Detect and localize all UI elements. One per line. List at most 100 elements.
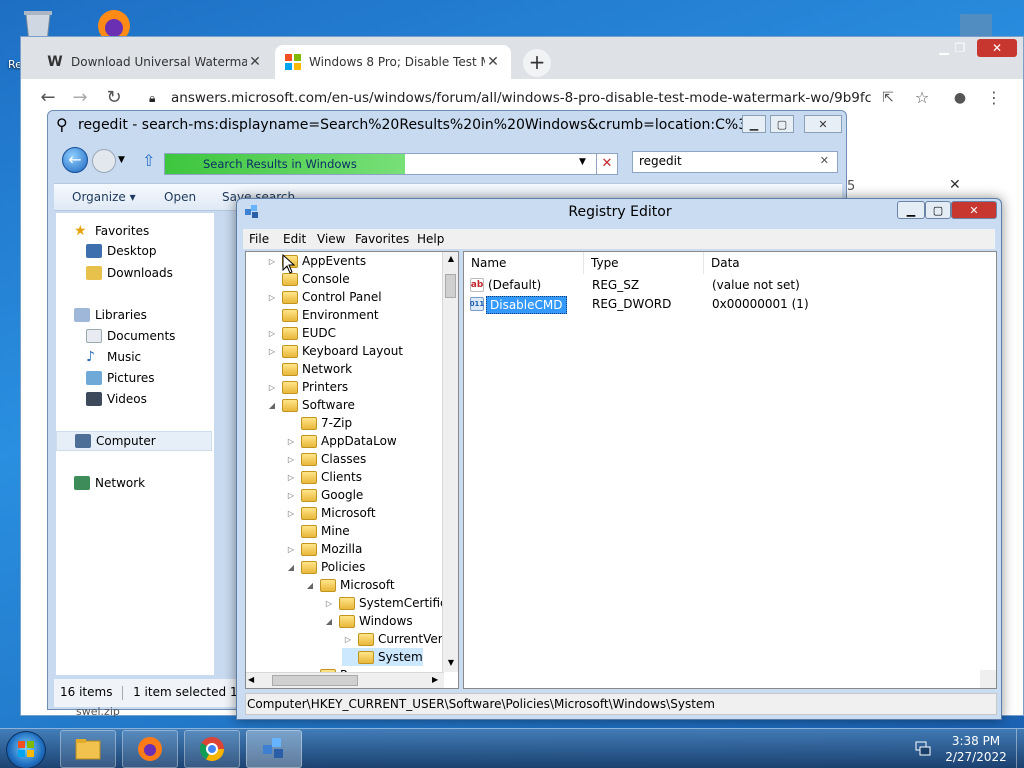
expander-icon[interactable]: ▷	[285, 509, 297, 518]
address-field[interactable]: Search Results in Windows ▼	[164, 153, 618, 175]
maximize-button[interactable]: ❐	[945, 39, 975, 57]
nav-pictures[interactable]: Pictures	[86, 368, 155, 388]
tree-node[interactable]: Environment	[266, 306, 379, 324]
star-icon[interactable]: ☆	[911, 87, 933, 109]
minimize-button[interactable]: ▁	[897, 201, 925, 219]
forward-arrow-icon[interactable]: →	[69, 87, 91, 109]
table-row[interactable]: ab (Default) REG_SZ (value not set)	[464, 276, 996, 295]
tree-node[interactable]: Console	[266, 270, 350, 288]
menu-dots-icon[interactable]: ⋮	[983, 87, 1005, 109]
close-window-button[interactable]: ✕	[977, 39, 1017, 57]
expander-icon[interactable]: ◢	[266, 401, 278, 410]
menu-edit[interactable]: Edit	[283, 232, 306, 246]
scroll-up-icon[interactable]: ▲	[443, 254, 458, 263]
tree-node[interactable]: ▷ Printers	[266, 378, 348, 396]
expander-icon[interactable]: ◢	[323, 617, 335, 626]
tree-node[interactable]: ▷ Microsoft	[285, 504, 376, 522]
minimize-button[interactable]: ▁	[742, 115, 766, 133]
reload-icon[interactable]: ↻	[103, 87, 125, 109]
chevron-down-icon[interactable]: ▼	[118, 155, 125, 165]
nav-favorites[interactable]: ★ Favorites	[74, 221, 149, 241]
expander-icon[interactable]: ▷	[285, 545, 297, 554]
organize-button[interactable]: Organize ▾	[72, 190, 136, 204]
new-tab-button[interactable]: +	[523, 49, 551, 77]
column-data[interactable]: Data	[704, 252, 996, 274]
nav-downloads[interactable]: Downloads	[86, 263, 173, 283]
tree-node[interactable]: ▷ AppDataLow	[285, 432, 397, 450]
tree-node[interactable]: ◢ Policies	[285, 558, 365, 576]
tree-node[interactable]: ▷ EUDC	[266, 324, 336, 342]
chrome-tab-1[interactable]: W Download Universal Watermark D ✕	[37, 45, 273, 79]
scroll-left-icon[interactable]: ◀	[248, 675, 254, 684]
tree-node[interactable]: Mine	[285, 522, 350, 540]
share-icon[interactable]: ⇱	[877, 87, 899, 109]
menu-favorites[interactable]: Favorites	[355, 232, 409, 246]
tree-node[interactable]: System	[342, 648, 423, 666]
expander-icon[interactable]: ◢	[285, 563, 297, 572]
tree-node[interactable]: Network	[266, 360, 352, 378]
network-tray-icon[interactable]	[914, 739, 932, 757]
registry-tree[interactable]: ▷ AppEvents Console ▷ Control Panel Environme…	[245, 251, 459, 689]
table-row-selected[interactable]: 011 DisableCMD REG_DWORD 0x00000001 (1)	[464, 295, 996, 314]
search-input[interactable]: regedit ✕	[632, 151, 838, 173]
tree-node[interactable]: ◢ Microsoft	[304, 576, 395, 594]
expander-icon[interactable]: ▷	[285, 473, 297, 482]
menu-view[interactable]: View	[317, 232, 345, 246]
tree-node[interactable]: ▷ Clients	[285, 468, 362, 486]
scroll-right-icon[interactable]: ▶	[432, 675, 438, 684]
tree-node[interactable]: ▷ CurrentVers	[342, 630, 449, 648]
tree-node[interactable]: ▷ Classes	[285, 450, 366, 468]
menu-file[interactable]: File	[249, 232, 269, 246]
column-type[interactable]: Type	[584, 252, 704, 274]
expander-icon[interactable]: ▷	[266, 347, 278, 356]
tree-node[interactable]: ◢ Software	[266, 396, 355, 414]
vertical-scrollbar[interactable]: ▲ ▼	[442, 252, 458, 672]
menu-help[interactable]: Help	[417, 232, 444, 246]
close-icon[interactable]: ✕	[485, 54, 501, 70]
expander-icon[interactable]: ▷	[285, 491, 297, 500]
expander-icon[interactable]: ▷	[266, 257, 278, 266]
page-close-icon[interactable]: ✕	[949, 177, 961, 193]
column-name[interactable]: Name	[464, 252, 584, 274]
nav-computer[interactable]: Computer	[56, 431, 212, 451]
nav-videos[interactable]: Videos	[86, 389, 147, 409]
start-button[interactable]	[6, 731, 46, 768]
stop-icon[interactable]: ✕	[596, 153, 618, 175]
profile-icon[interactable]: ●	[949, 87, 971, 109]
scroll-thumb[interactable]	[445, 274, 456, 298]
close-button[interactable]: ✕	[804, 115, 842, 133]
values-list[interactable]: Name Type Data ab (Default) REG_SZ (valu…	[463, 251, 997, 689]
expander-icon[interactable]: ▷	[266, 383, 278, 392]
tree-node[interactable]: ▷ SystemCertifica	[323, 594, 454, 612]
nav-network[interactable]: Network	[74, 473, 145, 493]
address-bar[interactable]: 🔒︎ answers.microsoft.com/en-us/windows/f…	[141, 83, 871, 113]
expander-icon[interactable]: ▷	[342, 635, 354, 644]
expander-icon[interactable]: ▷	[285, 437, 297, 446]
expander-icon[interactable]: ▷	[323, 599, 335, 608]
clear-icon[interactable]: ✕	[820, 154, 829, 167]
scroll-down-icon[interactable]: ▼	[443, 658, 458, 667]
taskbar-firefox[interactable]	[122, 730, 178, 768]
maximize-button[interactable]: ▢	[925, 201, 951, 219]
nav-libraries[interactable]: Libraries	[74, 305, 147, 325]
taskbar-chrome[interactable]	[184, 730, 240, 768]
back-circle-icon[interactable]: ←	[62, 147, 88, 173]
close-button[interactable]: ✕	[951, 201, 997, 219]
tree-node[interactable]: ▷ Google	[285, 486, 363, 504]
nav-music[interactable]: ♪ Music	[86, 347, 141, 367]
back-arrow-icon[interactable]: ←	[37, 87, 59, 109]
close-icon[interactable]: ✕	[247, 54, 263, 70]
expander-icon[interactable]: ▷	[266, 293, 278, 302]
maximize-button[interactable]: ▢	[770, 115, 794, 133]
up-arrow-icon[interactable]: ⇧	[142, 151, 155, 170]
expander-icon[interactable]: ▷	[285, 455, 297, 464]
open-button[interactable]: Open	[164, 190, 196, 204]
tree-node[interactable]: ▷ Mozilla	[285, 540, 362, 558]
expander-icon[interactable]: ◢	[304, 581, 316, 590]
chevron-down-icon[interactable]: ▼	[579, 157, 586, 167]
scroll-thumb[interactable]	[272, 675, 358, 686]
tree-node[interactable]: ▷ AppEvents	[266, 252, 366, 270]
resize-grip[interactable]	[980, 670, 996, 688]
taskbar-explorer[interactable]	[60, 730, 116, 768]
tree-node[interactable]: ▷ Keyboard Layout	[266, 342, 403, 360]
